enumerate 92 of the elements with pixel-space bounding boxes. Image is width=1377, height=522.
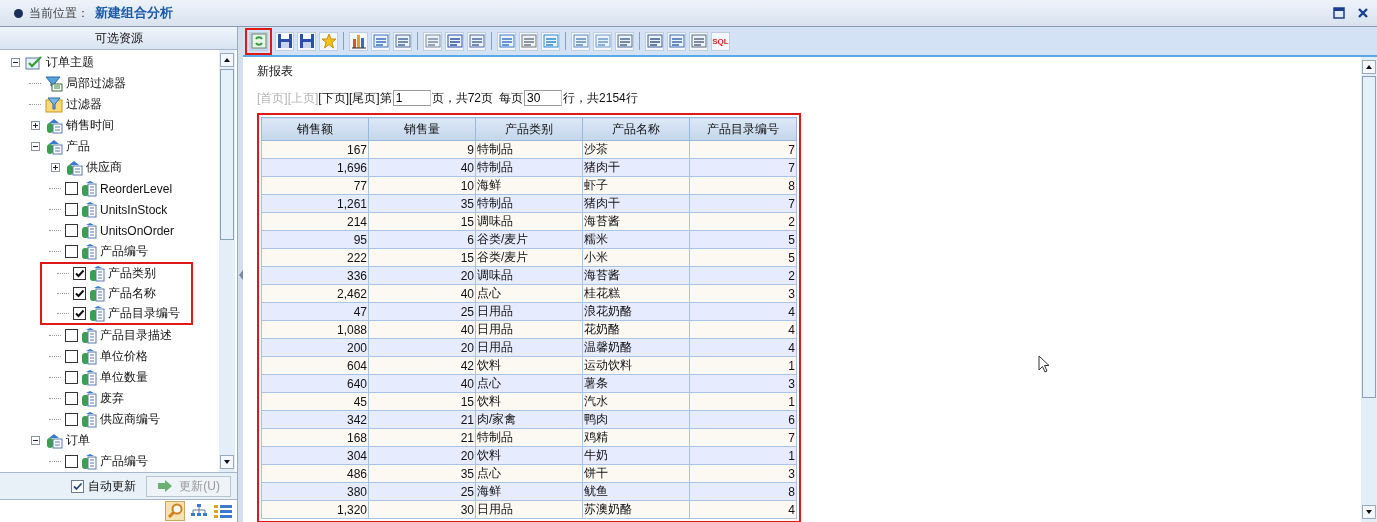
chart-icon[interactable] xyxy=(349,31,368,51)
close-icon[interactable] xyxy=(1357,7,1369,19)
field-icon xyxy=(81,180,97,197)
column-header[interactable]: 产品名称 xyxy=(582,117,690,141)
tree-item[interactable]: 产品编号 xyxy=(100,243,148,260)
field-icon xyxy=(81,201,97,218)
expander-icon[interactable] xyxy=(10,58,20,67)
checkbox[interactable] xyxy=(65,371,78,384)
tree-item[interactable]: ReorderLevel xyxy=(100,181,173,196)
list-icon[interactable] xyxy=(645,31,664,51)
pager-text: 行，共2154行 xyxy=(563,89,638,107)
column-header[interactable]: 产品目录编号 xyxy=(689,117,797,141)
checkbox[interactable] xyxy=(73,307,86,320)
tree-item[interactable]: 产品目录描述 xyxy=(100,327,172,344)
rows-per-page-field[interactable]: 30 xyxy=(524,90,563,106)
checkbox[interactable] xyxy=(65,182,78,195)
sql-button[interactable]: SQL xyxy=(711,31,730,51)
panel-title: 可选资源 xyxy=(0,27,237,50)
checkbox[interactable] xyxy=(65,245,78,258)
column-header[interactable]: 产品类别 xyxy=(475,117,583,141)
tree-item[interactable]: 销售时间 xyxy=(66,117,114,134)
field-icon xyxy=(81,348,97,365)
pointer-icon xyxy=(1038,355,1050,373)
field-icon xyxy=(81,453,97,470)
checkbox[interactable] xyxy=(65,455,78,468)
pager-text: 第 xyxy=(379,89,392,107)
report-title: 新报表 xyxy=(257,62,294,80)
scroll-down-icon[interactable] xyxy=(220,455,234,469)
field-icon xyxy=(81,222,97,239)
column-header[interactable]: 销售额 xyxy=(261,117,369,141)
scroll-up-icon[interactable] xyxy=(220,53,234,67)
field-icon xyxy=(81,390,97,407)
tree-item[interactable]: 供应商编号 xyxy=(100,411,160,428)
scroll-down-icon[interactable] xyxy=(1362,505,1376,519)
pager-text: 页，共72页 xyxy=(431,89,494,107)
tree-item[interactable]: 产品 xyxy=(66,138,90,155)
tree-item[interactable]: 供应商 xyxy=(86,159,122,176)
checkbox[interactable] xyxy=(65,392,78,405)
arrow-icon xyxy=(157,480,174,492)
tree-item[interactable]: 过滤器 xyxy=(66,96,102,113)
bullet-icon xyxy=(14,8,23,18)
expander-icon[interactable] xyxy=(30,121,40,130)
pager-text: 每页 xyxy=(499,89,524,107)
field-icon xyxy=(81,369,97,386)
tree-item[interactable]: UnitsOnOrder xyxy=(100,223,175,238)
pager-link[interactable]: [尾页] xyxy=(349,89,380,107)
checkbox[interactable] xyxy=(65,413,78,426)
dimension-icon xyxy=(45,432,63,449)
dimension-icon xyxy=(45,138,63,155)
pager-link[interactable]: [下页] xyxy=(318,89,349,107)
checkbox[interactable] xyxy=(71,479,85,493)
tree-item[interactable]: 单位数量 xyxy=(100,369,148,386)
scroll-thumb[interactable] xyxy=(1362,76,1376,399)
tree-item[interactable]: 产品名称 xyxy=(108,285,156,302)
page-field[interactable]: 1 xyxy=(392,90,431,106)
tree-item[interactable]: 废弃 xyxy=(100,390,124,407)
tree-item[interactable]: 订单主题 xyxy=(46,54,94,71)
maximize-icon[interactable] xyxy=(1333,7,1345,19)
expander-icon[interactable] xyxy=(50,163,60,172)
location-label: 当前位置： xyxy=(29,4,89,22)
checkbox[interactable] xyxy=(73,267,86,280)
field-icon xyxy=(81,411,97,428)
scroll-up-icon[interactable] xyxy=(1362,60,1376,74)
star-icon[interactable] xyxy=(319,31,338,51)
expander-icon[interactable] xyxy=(30,142,40,151)
checkbox[interactable] xyxy=(65,224,78,237)
save-as-icon[interactable] xyxy=(297,31,316,51)
collapse-arrow-icon[interactable] xyxy=(238,269,243,280)
checkbox[interactable] xyxy=(65,350,78,363)
field-icon xyxy=(89,285,105,302)
field-icon xyxy=(81,243,97,260)
location-title: 新建组合分析 xyxy=(95,4,173,22)
save-icon[interactable] xyxy=(275,31,294,51)
dimension-icon xyxy=(45,117,63,134)
tree-item[interactable]: 局部过滤器 xyxy=(66,75,126,92)
tree-item[interactable]: 产品编号 xyxy=(100,453,148,470)
field-icon xyxy=(81,327,97,344)
checkbox[interactable] xyxy=(65,329,78,342)
search-icon[interactable] xyxy=(165,501,185,521)
tree-item[interactable]: UnitsInStock xyxy=(100,202,168,217)
checkbox[interactable] xyxy=(65,203,78,216)
checkbox-label: 自动更新 xyxy=(88,477,137,495)
dimension-icon xyxy=(65,159,83,176)
tree-item[interactable]: 单位价格 xyxy=(100,348,148,365)
field-icon xyxy=(89,265,105,282)
tree-item[interactable]: 订单 xyxy=(66,432,90,449)
expander-icon[interactable] xyxy=(30,436,40,445)
field-icon xyxy=(89,305,105,322)
checkbox[interactable] xyxy=(73,287,86,300)
checklist-icon xyxy=(25,55,43,70)
column-header[interactable]: 销售量 xyxy=(368,117,476,141)
scroll-thumb[interactable] xyxy=(220,69,234,240)
